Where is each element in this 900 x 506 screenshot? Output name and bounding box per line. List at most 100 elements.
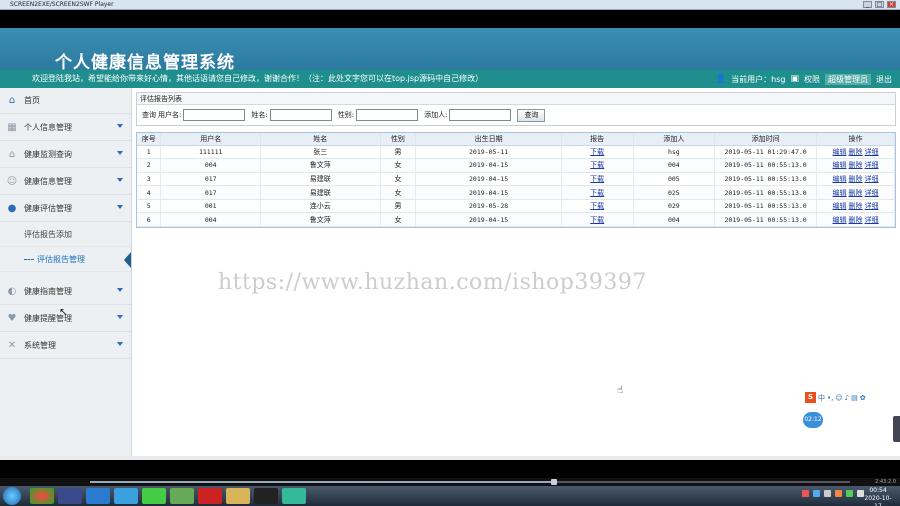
detail-link[interactable]: 详细 (865, 175, 879, 183)
download-link[interactable]: 下载 (590, 202, 604, 210)
maximize-icon[interactable]: □ (875, 1, 884, 8)
browser-status-strip (0, 456, 900, 460)
edit-link[interactable]: 编辑 (833, 189, 847, 197)
ime-settings-icon: ✿ (859, 393, 866, 402)
column-header: 用户名 (160, 133, 262, 146)
browser-icon[interactable] (114, 488, 138, 504)
search-button[interactable]: 查询 (517, 108, 546, 122)
detail-link[interactable]: 详细 (865, 161, 879, 169)
delete-link[interactable]: 删除 (849, 189, 863, 197)
edit-link[interactable]: 编辑 (833, 202, 847, 210)
clock-time: 00:54 (869, 487, 887, 494)
detail-link[interactable]: 详细 (865, 202, 879, 210)
app-icon[interactable] (58, 488, 82, 504)
active-pointer-icon (124, 252, 131, 268)
edit-link[interactable]: 编辑 (833, 216, 847, 224)
qq-icon[interactable] (254, 488, 278, 504)
tray-icon[interactable] (813, 490, 820, 497)
delete-link[interactable]: 删除 (849, 216, 863, 224)
seek-knob[interactable] (550, 479, 557, 485)
logout-link[interactable]: 退出 (876, 74, 892, 85)
birth-date-cell: 2019-04-15 (415, 212, 562, 228)
delete-link[interactable]: 删除 (849, 148, 863, 156)
gender-input[interactable] (356, 109, 419, 121)
chevron-down-icon (117, 205, 123, 209)
sidebar-item-personal-info[interactable]: ▦ 个人信息管理 (0, 114, 131, 141)
actions-cell: 编辑 删除 详细 (816, 158, 895, 173)
report-table-wrap: 序号 用户名 姓名 性别 出生日期 报告 添加人 添加时间 操作 1 111111 张三男 2019-… (136, 132, 896, 229)
site-header: 个人健康信息管理系统 (0, 28, 900, 73)
username-input[interactable] (183, 109, 246, 121)
actions-cell: 编辑 删除 详细 (816, 145, 895, 160)
current-user: 当前用户：hsg (731, 74, 786, 84)
row-number: 3 (137, 172, 162, 187)
row-number: 6 (137, 212, 162, 228)
tray-icon[interactable] (802, 490, 809, 497)
player-seek-bar[interactable]: 2:43:2.0 (0, 478, 900, 486)
download-link[interactable]: 下载 (590, 189, 604, 197)
clock-date: 2020-10-17 (864, 495, 892, 506)
name-input[interactable] (269, 109, 332, 121)
app-icon[interactable] (170, 488, 194, 504)
close-icon[interactable]: × (887, 1, 896, 8)
table-header-row: 序号 用户名 姓名 性别 出生日期 报告 添加人 添加时间 操作 (137, 133, 895, 146)
report-cell: 下载 (561, 199, 634, 214)
name-cell: 易建联 (260, 172, 381, 187)
sidebar-item-label: 首页 (24, 96, 40, 105)
side-handle[interactable] (893, 416, 900, 442)
start-button[interactable] (3, 487, 21, 505)
ime-toolbar[interactable]: S 中 •, ☺ ♪ ▤ ✿ (805, 392, 866, 403)
sidebar-subitem-manage-report[interactable]: 评估报告管理 (0, 247, 131, 272)
delete-link[interactable]: 删除 (849, 175, 863, 183)
tray-icon[interactable] (824, 490, 831, 497)
tray-icon[interactable] (846, 490, 853, 497)
column-header: 操作 (816, 133, 895, 146)
download-link[interactable]: 下载 (590, 175, 604, 183)
adder-input[interactable] (449, 109, 512, 121)
sidebar-item-system[interactable]: ✕ 系统管理 (0, 332, 131, 359)
birth-date-cell: 2019-04-15 (415, 185, 562, 200)
sidebar-item-home[interactable]: ⌂ 首页 (0, 88, 131, 114)
adder-cell: 004 (633, 212, 716, 228)
detail-link[interactable]: 详细 (865, 189, 879, 197)
seek-progress (90, 481, 554, 483)
birth-date-cell: 2019-05-11 (415, 145, 562, 160)
taskbar-clock[interactable]: 00:54 2020-10-17 (862, 487, 894, 506)
folder-icon[interactable] (226, 488, 250, 504)
detail-link[interactable]: 详细 (865, 216, 879, 224)
download-link[interactable]: 下载 (590, 148, 604, 156)
seek-track[interactable] (90, 479, 850, 485)
delete-link[interactable]: 删除 (849, 161, 863, 169)
main-content: 评估报告列表 查询 用户名: 姓名: 性别: 添加人: 查询 序号 用户名 姓名… (136, 92, 896, 229)
flash-icon[interactable] (198, 488, 222, 504)
download-link[interactable]: 下载 (590, 161, 604, 169)
tray-icon[interactable] (835, 490, 842, 497)
sidebar-item-assessment[interactable]: ● 健康评估管理 (0, 195, 131, 222)
welcome-text: 欢迎登陆我站，希望能给你带来好心情，其他话语请您自己修改，谢谢合作！（注：此处文… (32, 74, 484, 83)
player-icon[interactable] (282, 488, 306, 504)
seek-time: 2:43:2.0 (875, 479, 896, 485)
sidebar-subitem-add-report[interactable]: 评估报告添加 (0, 222, 131, 247)
home-icon: ⌂ (8, 95, 16, 106)
sidebar-item-monitor-query[interactable]: ⌂ 健康监测查询 (0, 141, 131, 168)
sidebar-item-guide[interactable]: ◐ 健康指南管理 (0, 278, 131, 305)
minimize-icon[interactable]: _ (863, 1, 872, 8)
delete-link[interactable]: 删除 (849, 202, 863, 210)
app-icon[interactable] (142, 488, 166, 504)
edit-link[interactable]: 编辑 (833, 175, 847, 183)
search-prefix: 查询 (142, 111, 156, 119)
detail-link[interactable]: 详细 (865, 148, 879, 156)
table-row: 4 017 易建联女 2019-04-15 下载 025 2019-05-11 00:55:… (137, 185, 895, 200)
download-link[interactable]: 下载 (590, 216, 604, 224)
username-cell: 004 (160, 212, 262, 228)
added-time-cell: 2019-05-11 00:55:13.0 (714, 199, 818, 214)
sidebar-subitem-label: 评估报告添加 (24, 229, 72, 239)
app-icon[interactable] (86, 488, 110, 504)
chrome-icon[interactable] (30, 488, 54, 504)
edit-link[interactable]: 编辑 (833, 161, 847, 169)
timer-bubble[interactable]: 02:12 (803, 412, 823, 428)
ime-mic-icon: ♪ (844, 393, 850, 402)
report-cell: 下载 (561, 212, 634, 228)
sidebar-item-health-info[interactable]: ☺ 健康信息管理 (0, 168, 131, 195)
edit-link[interactable]: 编辑 (833, 148, 847, 156)
